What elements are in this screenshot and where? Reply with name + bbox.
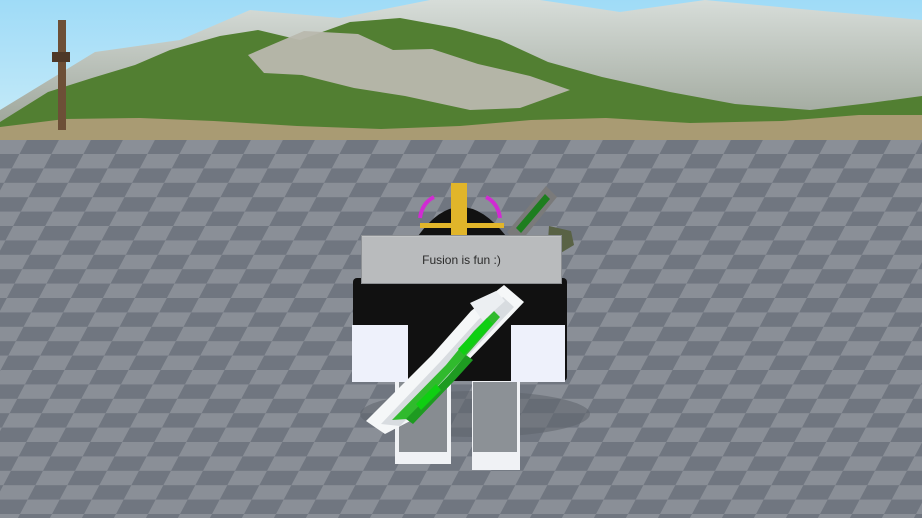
chat-bubble: Fusion is fun :) — [361, 235, 562, 284]
tower-post — [58, 20, 66, 130]
tower-cabin — [52, 52, 70, 62]
right-arm — [511, 325, 565, 382]
helmet-band — [420, 223, 504, 228]
right-pant — [473, 382, 517, 452]
left-arm — [352, 325, 408, 382]
game-viewport[interactable]: Fusion is fun :) — [0, 0, 922, 518]
